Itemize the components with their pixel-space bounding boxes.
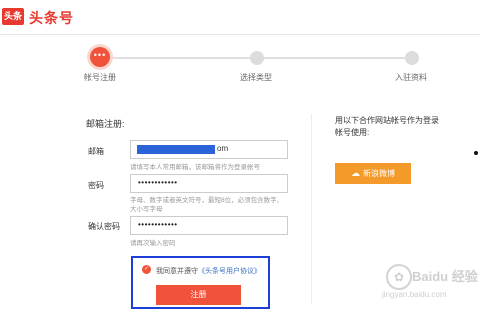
password-label: 密码 bbox=[88, 181, 104, 190]
step-2-label: 选择类型 bbox=[240, 73, 272, 82]
checkbox-checked-icon[interactable]: ✓ bbox=[142, 265, 151, 274]
confirm-password-label: 确认密码 bbox=[88, 222, 120, 231]
progress-track-right bbox=[264, 57, 412, 59]
step-1-dot: ••• bbox=[90, 47, 110, 67]
agreement-text: 我同意并遵守《头条号用户协议》 bbox=[156, 266, 261, 276]
email-redaction bbox=[137, 145, 215, 154]
watermark-url: jingyan.baidu.com bbox=[382, 290, 447, 299]
password-hint-line1: 字母、数字或者英文符号，最短8位，必须包含数字、 bbox=[130, 197, 284, 204]
email-field[interactable]: om bbox=[130, 140, 288, 159]
progress-track-left bbox=[110, 57, 250, 59]
step-3-dot bbox=[405, 51, 419, 65]
password-value: •••••••••••• bbox=[138, 178, 178, 187]
email-label: 邮箱 bbox=[88, 147, 104, 156]
watermark-text: Baidu 经验 bbox=[412, 269, 478, 284]
weibo-label: 新浪微博 bbox=[363, 169, 395, 178]
step-2-dot bbox=[250, 51, 264, 65]
password-field[interactable]: •••••••••••• bbox=[130, 174, 288, 193]
step-3-label: 入驻资料 bbox=[395, 73, 427, 82]
column-divider bbox=[311, 114, 312, 304]
logo-badge[interactable]: 头条 bbox=[2, 8, 24, 25]
confirm-password-hint: 请再次输入密码 bbox=[130, 240, 176, 247]
user-agreement-link[interactable]: 《头条号用户协议》 bbox=[198, 268, 261, 275]
weibo-icon: ☁ bbox=[351, 168, 360, 178]
password-hint-line2: 大小写字母 bbox=[130, 206, 163, 213]
form-title: 邮箱注册: bbox=[86, 119, 125, 129]
partner-login-text: 用以下合作网站帐号作为登录帐号使用: bbox=[335, 116, 439, 137]
register-button[interactable]: 注册 bbox=[156, 285, 241, 305]
step-1-label: 帐号注册 bbox=[84, 73, 116, 82]
email-value: om bbox=[217, 144, 229, 153]
watermark-paw-icon: ✿ bbox=[386, 264, 412, 290]
agreement-prefix: 我同意并遵守 bbox=[156, 268, 198, 275]
weibo-login-button[interactable]: ☁ 新浪微博 bbox=[335, 163, 411, 184]
logo-text[interactable]: 头条号 bbox=[29, 8, 74, 28]
confirm-password-field[interactable]: •••••••••••• bbox=[130, 216, 288, 235]
confirm-password-value: •••••••••••• bbox=[138, 220, 178, 229]
email-hint: 请填写本人常用邮箱，该邮箱将作为登录帐号 bbox=[130, 164, 260, 171]
cursor-dot bbox=[474, 151, 478, 155]
header-bar: 头条 头条号 bbox=[0, 0, 480, 35]
